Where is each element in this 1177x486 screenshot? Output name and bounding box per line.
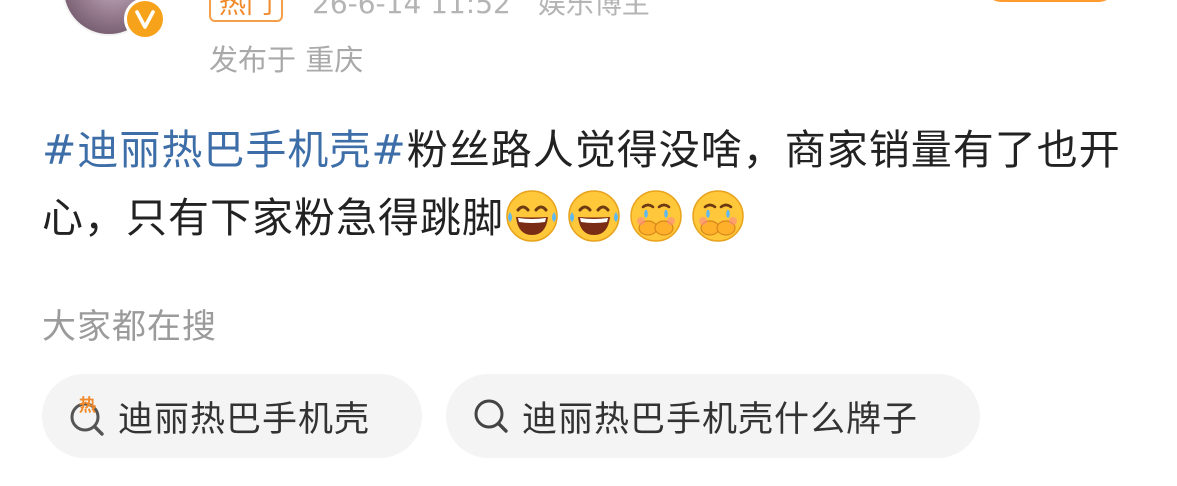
verified-badge-icon <box>124 0 166 40</box>
post-location: 发布于 重庆 <box>209 43 364 77</box>
search-icon <box>474 399 508 433</box>
svg-text:热: 热 <box>79 395 96 416</box>
laugh-cry-emoji <box>506 190 558 242</box>
post-content: #迪丽热巴手机壳#粉丝路人觉得没啥，商家销量有了也开心，只有下家粉急得跳脚 <box>42 116 1122 252</box>
hashtag-link[interactable]: #迪丽热巴手机壳# <box>42 126 407 174</box>
post-card: 热门 26-6-14 11:52 娱乐博主 发布于 重庆 #迪丽热巴手机壳#粉丝… <box>0 0 1177 486</box>
follow-button[interactable] <box>985 0 1115 2</box>
post-source[interactable]: 娱乐博主 <box>538 0 650 20</box>
search-suggestion-chip[interactable]: 迪丽热巴手机壳什么牌子 <box>446 374 980 458</box>
cover-mouth-cry-emoji <box>630 190 682 242</box>
laugh-cry-emoji <box>568 190 620 242</box>
search-suggestion-chip[interactable]: 热 迪丽热巴手机壳 <box>42 374 422 458</box>
post-timestamp: 26-6-14 11:52 <box>312 0 511 20</box>
suggestion-label: 迪丽热巴手机壳 <box>118 399 371 440</box>
cover-mouth-cry-emoji <box>692 190 744 242</box>
hot-search-icon: 热 <box>70 395 104 436</box>
hot-tag: 热门 <box>209 0 283 22</box>
search-section-title: 大家都在搜 <box>42 307 217 347</box>
suggestion-label: 迪丽热巴手机壳什么牌子 <box>522 399 919 440</box>
post-meta: 26-6-14 11:52 娱乐博主 <box>312 0 668 22</box>
